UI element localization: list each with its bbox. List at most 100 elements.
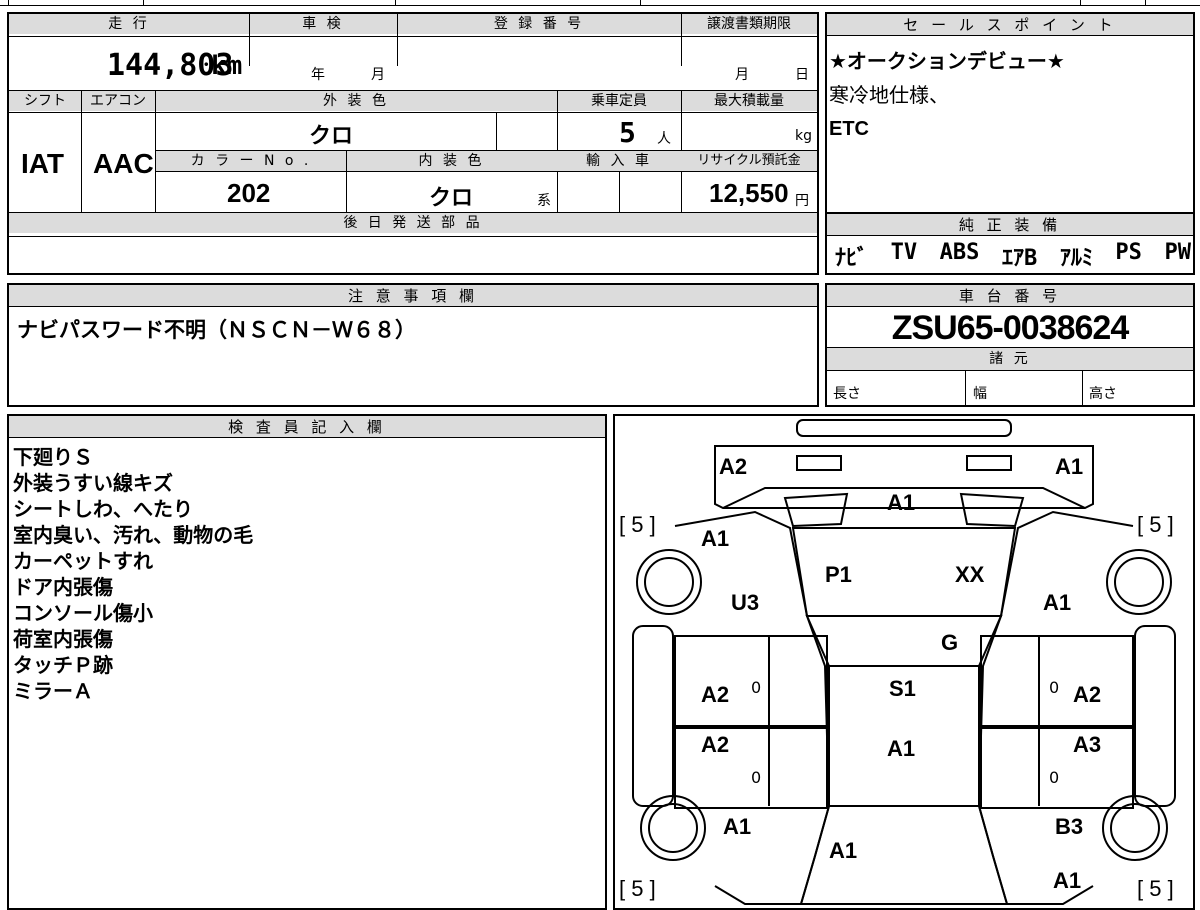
rear-bumper-bar — [796, 419, 1012, 437]
width-label: 幅 — [973, 386, 987, 402]
damage-code-center: S1 — [889, 676, 916, 701]
damage-code-rear-glass: A1 — [887, 490, 916, 515]
damage-code-left-quarter: A1 — [701, 526, 730, 551]
exterior-color-header: 外 装 色 — [155, 91, 557, 111]
inspection-header: 車 検 — [249, 14, 397, 34]
recycle-header: リサイクル預託金 — [681, 151, 817, 171]
recycle-value: 12,550 — [709, 178, 789, 208]
zero-mark: 0 — [1049, 768, 1060, 787]
inspector-box: 検 査 員 記 入 欄 下廻りＳ 外装うすい線キズ シートしわ、へたり 室内臭い… — [7, 414, 607, 910]
inspector-line: シートしわ、へたり — [13, 497, 193, 521]
damage-code-left-front-door: A2 — [701, 732, 730, 757]
damage-diagram-box: [ 5 ] [ 5 ] [ 5 ] [ 5 ] A2 A1 A1 A1 U3 P… — [613, 414, 1195, 910]
damage-code-left-quarter-2: U3 — [731, 590, 760, 615]
equipment-item: PW — [1164, 240, 1192, 265]
damage-code-right-quarter: A1 — [1043, 590, 1072, 615]
capacity-value: 5 — [619, 116, 636, 149]
damage-code-right-fender: B3 — [1055, 814, 1084, 839]
damage-code-front-right: A1 — [1053, 868, 1082, 893]
registration-header: 登 録 番 号 — [397, 14, 681, 34]
equipment-item: PS — [1115, 240, 1142, 265]
color-no-value: 202 — [227, 178, 271, 208]
damage-code-left-fender: A1 — [723, 814, 752, 839]
wheel-rear-right — [1106, 549, 1172, 615]
sales-points-box: セ ー ル ス ポ イ ン ト ★オークションデビュー★ 寒冷地仕様、 ETC — [825, 12, 1195, 214]
damage-code-hood: A1 — [829, 838, 858, 863]
transfer-deadline-header: 譲渡書類期限 — [681, 14, 817, 34]
aircon-header: エアコン — [81, 91, 155, 111]
interior-color-suffix: 系 — [537, 193, 551, 209]
capacity-unit: 人 — [657, 131, 671, 147]
damage-code-left-rear-door: A2 — [701, 682, 730, 707]
vehicle-info-table: 走 行 車 検 登 録 番 号 譲渡書類期限 144,803 km 年 月 月 … — [7, 12, 819, 275]
rear-lamp-right — [966, 455, 1012, 471]
transfer-day-unit: 日 — [795, 67, 809, 83]
tire-tread-label: [ 5 ] — [619, 512, 656, 537]
sales-point-line: ★オークションデビュー★ — [829, 49, 1065, 73]
inspection-month-unit: 月 — [371, 67, 385, 83]
equipment-item: ｴｱB — [1002, 246, 1038, 271]
damage-code-rear-right: A1 — [1055, 454, 1084, 479]
damage-code-center-2: A1 — [887, 736, 916, 761]
inspector-line: コンソール傷小 — [13, 601, 153, 625]
zero-mark: 0 — [1049, 678, 1060, 697]
left-side-strip — [632, 625, 674, 807]
recycle-unit: 円 — [795, 193, 809, 209]
length-label: 長さ — [833, 386, 861, 402]
equipment-item: ABS — [939, 240, 980, 265]
spec-header: 諸 元 — [827, 348, 1193, 370]
inspector-line: 外装うすい線キズ — [13, 471, 173, 495]
sales-point-line: 寒冷地仕様、 — [829, 83, 949, 107]
wheel-rear-left — [636, 549, 702, 615]
equipment-item: TV — [890, 240, 918, 265]
damage-code-roof-left: P1 — [825, 562, 852, 587]
tire-tread-label: [ 5 ] — [619, 876, 656, 901]
rear-glass — [783, 492, 849, 528]
equipment-item: ﾅﾋﾞ — [835, 246, 869, 271]
notes-box: 注 意 事 項 欄 ナビパスワード不明（ＮＳＣＮ－Ｗ６８） — [7, 283, 819, 407]
windshield — [805, 615, 1003, 667]
inspector-line: 荷室内張傷 — [13, 627, 113, 651]
damage-code-right-front-door: A3 — [1073, 732, 1102, 757]
notes-header: 注 意 事 項 欄 — [9, 285, 817, 307]
front-bumper — [714, 885, 1094, 905]
inspector-line: 室内臭い、汚れ、動物の毛 — [13, 523, 254, 547]
inspection-year-unit: 年 — [311, 67, 325, 83]
zero-mark: 0 — [751, 768, 762, 787]
exterior-color-value: クロ — [309, 124, 354, 149]
wheel-front-right — [1102, 795, 1168, 861]
damage-code-right-rear-door: A2 — [1073, 682, 1102, 707]
equipment-item: ｱﾙﾐ — [1059, 246, 1093, 271]
genuine-equipment-box: 純 正 装 備 ﾅﾋﾞ TV ABS ｴｱB ｱﾙﾐ PS PW — [825, 212, 1195, 275]
genuine-equipment-list: ﾅﾋﾞ TV ABS ｴｱB ｱﾙﾐ PS PW — [835, 240, 1191, 272]
notes-text: ナビパスワード不明（ＮＳＣＮ－Ｗ６８） — [17, 318, 416, 342]
inspector-line: 下廻りＳ — [13, 445, 93, 469]
inspector-line: ミラーＡ — [13, 679, 93, 703]
sales-points-header: セ ー ル ス ポ イ ン ト — [827, 14, 1193, 36]
damage-code-windshield: G — [941, 630, 959, 655]
inspector-line: タッチＰ跡 — [13, 653, 113, 677]
max-load-unit: kg — [795, 128, 812, 144]
right-side-strip — [1134, 625, 1176, 807]
chassis-box: 車 台 番 号 ZSU65-0038624 諸 元 長さ 幅 高さ — [825, 283, 1195, 407]
top-strip — [0, 0, 1200, 6]
transfer-month-unit: 月 — [735, 67, 749, 83]
interior-color-value: クロ — [429, 186, 474, 211]
capacity-header: 乗車定員 — [557, 91, 681, 111]
tire-tread-label: [ 5 ] — [1137, 876, 1174, 901]
max-load-header: 最大積載量 — [681, 91, 817, 111]
genuine-equipment-header: 純 正 装 備 — [827, 214, 1193, 236]
inspector-line: ドア内張傷 — [13, 575, 113, 599]
height-label: 高さ — [1089, 386, 1117, 402]
shift-header: シフト — [9, 91, 81, 111]
wheel-front-left — [640, 795, 706, 861]
damage-code-roof-right: XX — [955, 562, 985, 587]
damage-code-rear-left: A2 — [719, 454, 748, 479]
aircon-value: AAC — [93, 148, 154, 179]
chassis-number: ZSU65-0038624 — [891, 309, 1130, 347]
chassis-header: 車 台 番 号 — [827, 285, 1193, 307]
sales-point-line: ETC — [829, 118, 869, 140]
color-no-header: カ ラ ー N o . — [156, 151, 346, 171]
mileage-header: 走 行 — [9, 14, 249, 34]
mileage-unit: km — [211, 51, 243, 81]
